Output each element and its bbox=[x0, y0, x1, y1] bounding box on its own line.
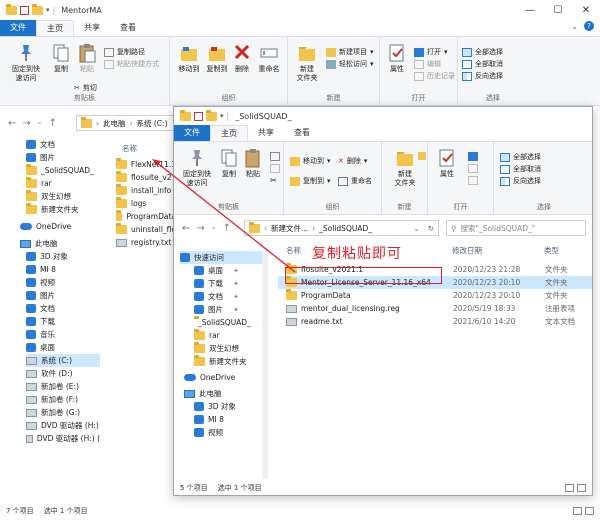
arrow-annotation bbox=[152, 159, 296, 273]
